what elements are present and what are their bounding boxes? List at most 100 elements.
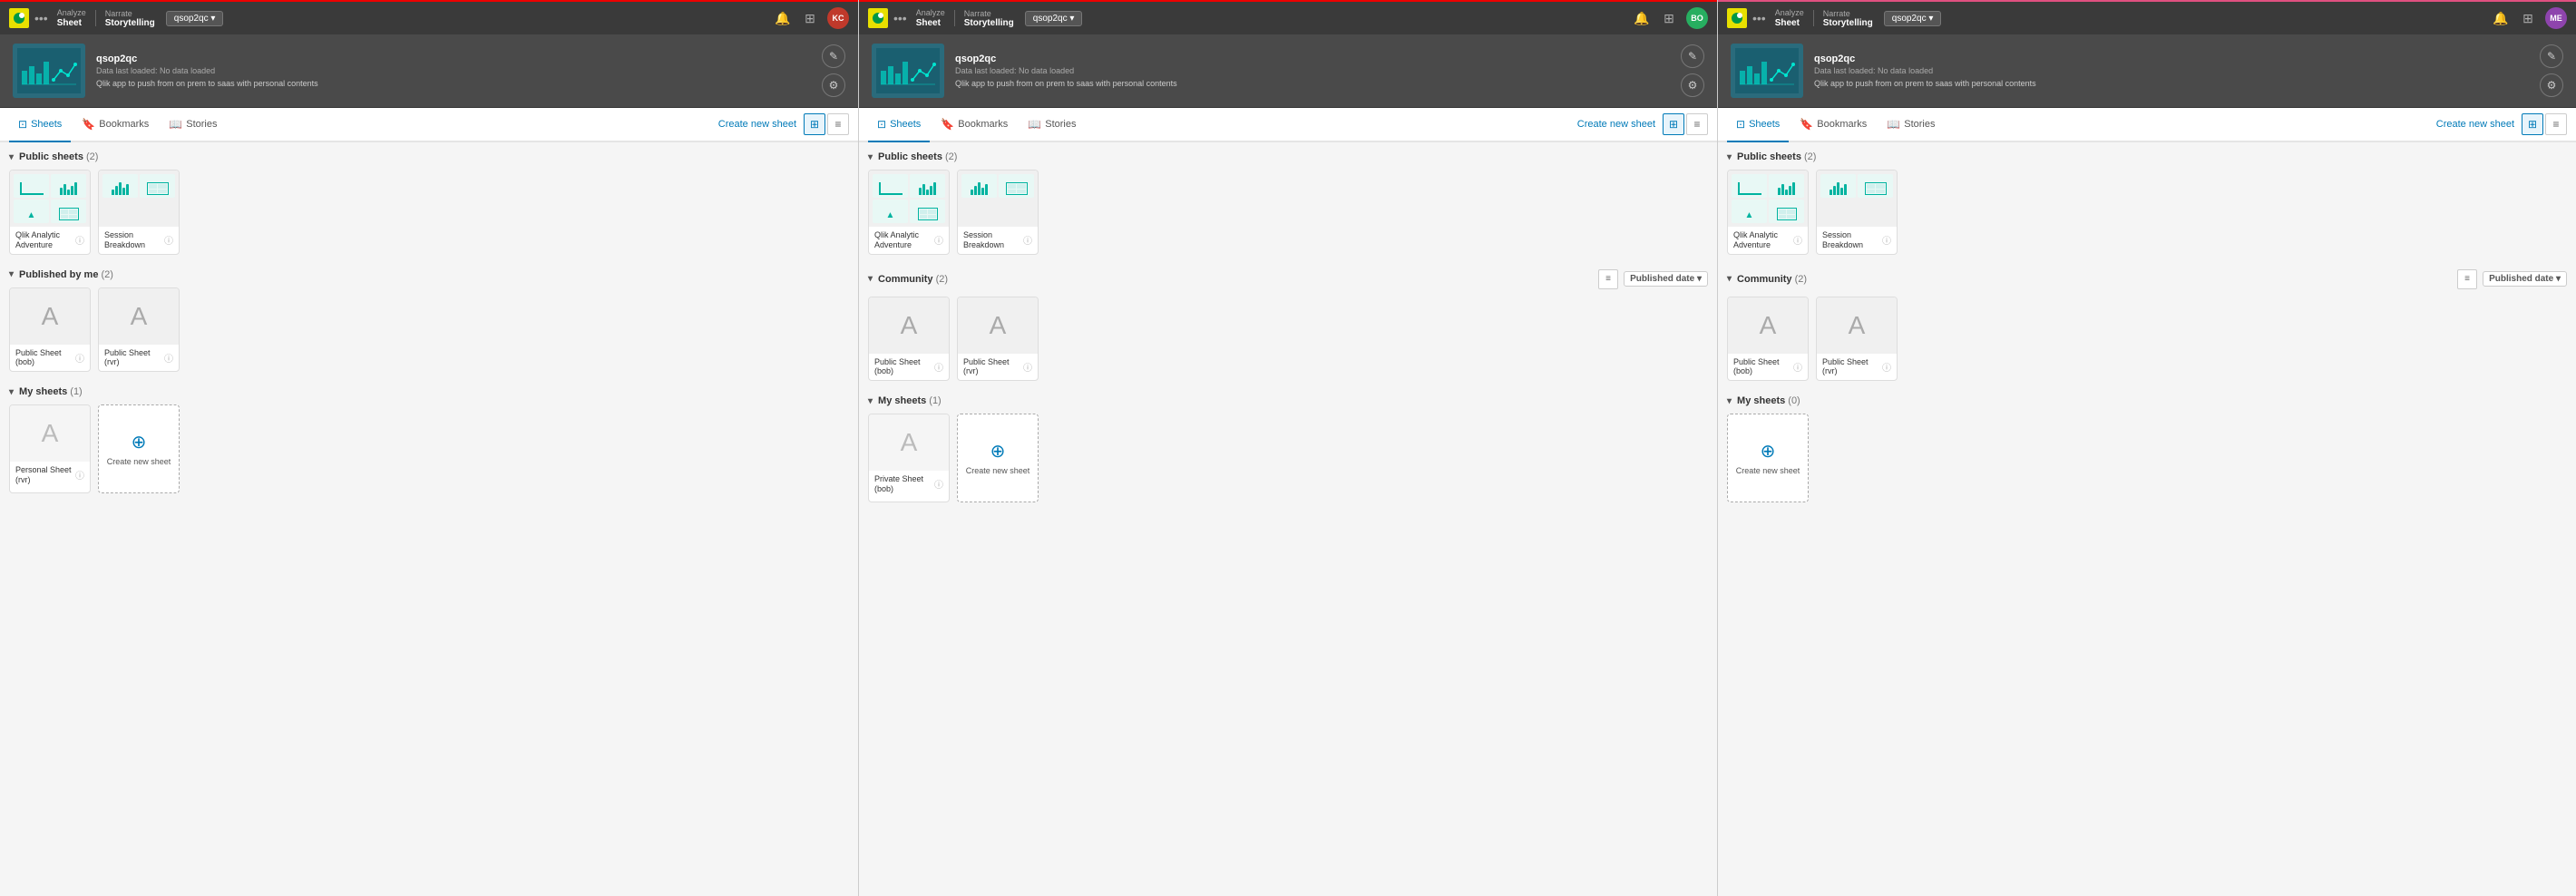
menu-dots[interactable]: ••• — [34, 11, 48, 25]
info-icon[interactable]: ⓘ — [164, 351, 173, 365]
tab-bookmarks[interactable]: 🔖Bookmarks — [1791, 108, 1876, 142]
menu-dots[interactable]: ••• — [893, 11, 907, 25]
app-dropdown[interactable]: qsop2qc ▾ — [1884, 11, 1942, 26]
app-info: qsop2qcData last loaded: No data loadedQ… — [1814, 54, 2529, 88]
settings-button[interactable]: ⚙ — [1681, 73, 1704, 97]
app-description: Qlik app to push from on prem to saas wi… — [1814, 79, 2529, 88]
edit-button[interactable]: ✎ — [822, 44, 845, 68]
section-chevron-icon[interactable]: ▾ — [868, 396, 873, 406]
info-icon[interactable]: ⓘ — [934, 360, 943, 374]
avatar[interactable]: BO — [1686, 7, 1708, 29]
info-icon[interactable]: ⓘ — [1882, 233, 1891, 247]
section-count: (2) — [102, 269, 113, 280]
grid-icon[interactable]: ⊞ — [1659, 8, 1679, 28]
tab-stories[interactable]: 📖Stories — [1878, 108, 1944, 142]
create-new-sheet-card[interactable]: ⊕Create new sheet — [1727, 414, 1809, 502]
pub-sheet-card[interactable]: APublic Sheet (bob)ⓘ — [868, 297, 950, 382]
list-view-icon[interactable]: ≡ — [2457, 269, 2477, 289]
sheet-card[interactable]: ▲Qlik Analytic Adventureⓘ — [868, 170, 950, 255]
create-new-sheet-label: Create new sheet — [107, 457, 171, 467]
avatar[interactable]: KC — [827, 7, 849, 29]
section-chevron-icon[interactable]: ▾ — [1727, 274, 1732, 284]
info-icon[interactable]: ⓘ — [75, 351, 84, 365]
list-view-button[interactable]: ≡ — [1686, 113, 1708, 135]
section-chevron-icon[interactable]: ▾ — [868, 274, 873, 284]
info-icon[interactable]: ⓘ — [164, 233, 173, 247]
create-new-sheet-button[interactable]: Create new sheet — [1577, 119, 1655, 130]
list-view-button[interactable]: ≡ — [827, 113, 849, 135]
tab-stories-label: Stories — [186, 119, 217, 130]
info-icon[interactable]: ⓘ — [75, 468, 84, 482]
tab-sheets[interactable]: ⊡Sheets — [868, 108, 930, 142]
sheet-card[interactable]: Session Breakdownⓘ — [98, 170, 180, 255]
app-dropdown[interactable]: qsop2qc ▾ — [1025, 11, 1083, 26]
sheet-name: Qlik Analytic Adventure — [874, 230, 934, 250]
list-view-icon[interactable]: ≡ — [1598, 269, 1618, 289]
section-count: (2) — [945, 151, 957, 162]
tab-bookmarks[interactable]: 🔖Bookmarks — [932, 108, 1017, 142]
pub-sheet-card[interactable]: APublic Sheet (rvr)ⓘ — [1816, 297, 1898, 382]
pub-sheet-card[interactable]: APublic Sheet (rvr)ⓘ — [98, 287, 180, 373]
tab-stories[interactable]: 📖Stories — [160, 108, 226, 142]
sheet-card[interactable]: ▲Qlik Analytic Adventureⓘ — [1727, 170, 1809, 255]
pub-sheet-card[interactable]: APublic Sheet (rvr)ⓘ — [957, 297, 1039, 382]
info-icon[interactable]: ⓘ — [934, 477, 943, 491]
pub-sheet-card[interactable]: APublic Sheet (bob)ⓘ — [9, 287, 91, 373]
sheet-card[interactable]: Session Breakdownⓘ — [957, 170, 1039, 255]
info-icon[interactable]: ⓘ — [1882, 360, 1891, 374]
grid-icon[interactable]: ⊞ — [2518, 8, 2538, 28]
info-icon[interactable]: ⓘ — [1793, 233, 1802, 247]
info-icon[interactable]: ⓘ — [1023, 233, 1032, 247]
edit-button[interactable]: ✎ — [2540, 44, 2563, 68]
tab-bookmarks[interactable]: 🔖Bookmarks — [73, 108, 158, 142]
app-thumbnail — [1731, 44, 1803, 98]
pub-sheet-card[interactable]: APublic Sheet (bob)ⓘ — [1727, 297, 1809, 382]
list-view-button[interactable]: ≡ — [2545, 113, 2567, 135]
settings-button[interactable]: ⚙ — [2540, 73, 2563, 97]
app-banner: qsop2qcData last loaded: No data loadedQ… — [859, 34, 1717, 108]
avatar[interactable]: ME — [2545, 7, 2567, 29]
personal-sheet-card[interactable]: APersonal Sheet (rvr)ⓘ — [9, 404, 91, 493]
storytelling-label: Storytelling — [964, 18, 1014, 28]
tab-sheets[interactable]: ⊡Sheets — [9, 108, 71, 142]
settings-button[interactable]: ⚙ — [822, 73, 845, 97]
info-icon[interactable]: ⓘ — [75, 233, 84, 247]
app-subtitle: Data last loaded: No data loaded — [96, 66, 811, 75]
info-icon[interactable]: ⓘ — [1793, 360, 1802, 374]
sheet-card[interactable]: Session Breakdownⓘ — [1816, 170, 1898, 255]
section-chevron-icon[interactable]: ▾ — [9, 269, 14, 279]
sort-dropdown[interactable]: Published date ▾ — [1624, 271, 1708, 287]
info-icon[interactable]: ⓘ — [1023, 360, 1032, 374]
tab-sheets[interactable]: ⊡Sheets — [1727, 108, 1789, 142]
edit-button[interactable]: ✎ — [1681, 44, 1704, 68]
bell-icon[interactable]: 🔔 — [773, 8, 793, 28]
create-new-sheet-button[interactable]: Create new sheet — [2436, 119, 2514, 130]
section-chevron-icon[interactable]: ▾ — [868, 152, 873, 162]
info-icon[interactable]: ⓘ — [934, 233, 943, 247]
sheet-name: Session Breakdown — [104, 230, 164, 250]
section-chevron-icon[interactable]: ▾ — [1727, 152, 1732, 162]
sort-dropdown[interactable]: Published date ▾ — [2483, 271, 2567, 287]
bell-icon[interactable]: 🔔 — [2491, 8, 2511, 28]
section-chevron-icon[interactable]: ▾ — [9, 152, 14, 162]
grid-view-button[interactable]: ⊞ — [1663, 113, 1684, 135]
section-header: ▾ My sheets (0) — [1727, 395, 2567, 406]
personal-sheet-card[interactable]: APrivate Sheet (bob)ⓘ — [868, 414, 950, 502]
section-chevron-icon[interactable]: ▾ — [1727, 396, 1732, 406]
create-new-sheet-card[interactable]: ⊕Create new sheet — [98, 404, 180, 493]
tab-bookmarks-icon: 🔖 — [1800, 118, 1813, 131]
sheet-card[interactable]: ▲Qlik Analytic Adventureⓘ — [9, 170, 91, 255]
grid-view-button[interactable]: ⊞ — [804, 113, 825, 135]
grid-view-button[interactable]: ⊞ — [2522, 113, 2543, 135]
menu-dots[interactable]: ••• — [1752, 11, 1766, 25]
bell-icon[interactable]: 🔔 — [1632, 8, 1652, 28]
create-new-sheet-button[interactable]: Create new sheet — [718, 119, 796, 130]
section-published_by_me: ▾Published by me (2)APublic Sheet (bob)ⓘ… — [9, 269, 849, 373]
section-chevron-icon[interactable]: ▾ — [9, 387, 14, 397]
grid-icon[interactable]: ⊞ — [800, 8, 820, 28]
section-title: My sheets (0) — [1737, 395, 1800, 406]
tab-stories[interactable]: 📖Stories — [1019, 108, 1085, 142]
create-new-sheet-card[interactable]: ⊕Create new sheet — [957, 414, 1039, 502]
create-new-sheet-label: Create new sheet — [966, 466, 1030, 476]
app-dropdown[interactable]: qsop2qc ▾ — [166, 11, 224, 26]
